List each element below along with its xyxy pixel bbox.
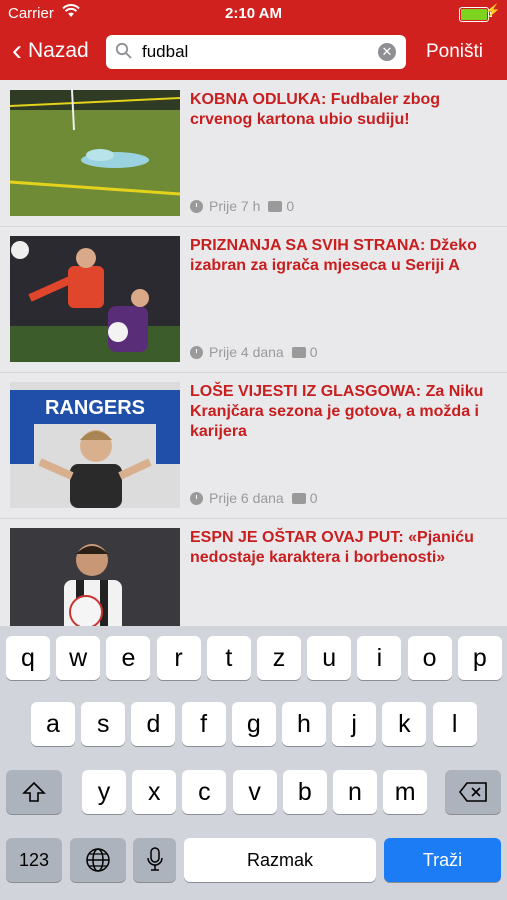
key-j[interactable]: j [332,702,377,746]
key-b[interactable]: b [282,770,327,814]
search-input[interactable] [142,41,372,63]
key-g[interactable]: g [231,702,276,746]
key-n[interactable]: n [333,770,377,814]
clock-icon [190,199,203,213]
key-d[interactable]: d [131,702,176,746]
globe-icon [86,848,110,872]
key-u[interactable]: u [307,636,352,680]
microphone-key[interactable] [133,838,176,882]
back-button[interactable]: ‹ Nazad [12,36,89,66]
list-item[interactable]: KOBNA ODLUKA: Fudbaler zbog crvenog kart… [0,80,507,227]
clock-time: 2:10 AM [225,5,282,22]
key-y[interactable]: y [82,770,126,814]
comment-count: 0 [286,198,295,214]
backspace-key[interactable] [445,770,501,814]
key-l[interactable]: l [432,702,477,746]
comment-icon [268,200,283,212]
clock-icon [190,491,203,505]
rangers-scarf-text: RANGERS [45,397,145,419]
comment-icon [291,346,306,358]
article-thumbnail[interactable] [10,236,180,362]
back-label: Nazad [28,39,89,62]
key-c[interactable]: c [182,770,227,814]
key-m[interactable]: m [383,770,428,814]
key-r[interactable]: r [156,636,201,680]
space-key[interactable]: Razmak [184,838,376,882]
clear-search-icon[interactable]: ✕ [378,43,396,61]
article-title[interactable]: LOŠE VIJESTI IZ GLASGOWA: Za Niku Kranjč… [190,382,490,442]
key-k[interactable]: k [382,702,427,746]
article-meta: Prije 4 dana 0 [190,344,318,360]
key-w[interactable]: w [56,636,101,680]
shift-icon [22,781,46,802]
key-o[interactable]: o [407,636,452,680]
chevron-left-icon: ‹ [12,34,22,67]
article-time: Prije 7 h [209,198,261,214]
comment-count: 0 [309,344,318,360]
key-z[interactable]: z [257,636,301,680]
key-i[interactable]: i [357,636,402,680]
backspace-icon [458,782,487,802]
key-h[interactable]: h [282,702,326,746]
key-a[interactable]: a [31,702,75,746]
search-go-key[interactable]: Traži [384,838,501,882]
key-x[interactable]: x [132,770,177,814]
app-header: Carrier 2:10 AM ⚡ ‹ Nazad ✕ Poništi [0,0,507,80]
article-thumbnail[interactable] [10,90,180,216]
article-title[interactable]: KOBNA ODLUKA: Fudbaler zbog crvenog kart… [190,90,490,130]
list-item[interactable]: PRIZNANJA SA SVIH STRANA: Džeko izabran … [0,226,507,373]
nav-bar: ‹ Nazad ✕ Poništi [0,28,507,80]
key-e[interactable]: e [106,636,151,680]
key-f[interactable]: f [181,702,226,746]
key-t[interactable]: t [206,636,251,680]
shift-key[interactable] [6,770,62,814]
article-title[interactable]: ESPN JE OŠTAR OVAJ PUT: «Pjaniću nedosta… [190,528,490,568]
key-s[interactable]: s [81,702,126,746]
globe-key[interactable] [70,838,126,882]
article-list[interactable]: KOBNA ODLUKA: Fudbaler zbog crvenog kart… [0,80,507,626]
keyboard: q w e r t z u i o p a s d f g h j k l y x c v b n m 123 Razmak Traži [0,626,507,900]
key-p[interactable]: p [457,636,502,680]
numbers-key[interactable]: 123 [6,838,62,882]
list-item[interactable]: ESPN JE OŠTAR OVAJ PUT: «Pjaniću nedosta… [0,518,507,626]
key-q[interactable]: q [6,636,50,680]
comment-icon [291,492,306,504]
article-title[interactable]: PRIZNANJA SA SVIH STRANA: Džeko izabran … [190,236,490,276]
search-field[interactable]: ✕ [106,35,406,69]
clock-icon [190,345,203,359]
article-meta: Prije 6 dana 0 [190,490,318,506]
status-bar: Carrier 2:10 AM ⚡ [0,0,507,28]
microphone-icon [146,847,163,871]
article-thumbnail[interactable]: RANGERS [10,382,180,508]
article-time: Prije 6 dana [209,490,284,506]
charging-icon: ⚡ [484,3,501,18]
search-icon [115,42,133,65]
article-meta: Prije 7 h 0 [190,198,294,214]
article-thumbnail[interactable] [10,528,180,626]
cancel-button[interactable]: Poništi [426,41,483,63]
article-time: Prije 4 dana [209,344,284,360]
key-v[interactable]: v [232,770,277,814]
list-item[interactable]: RANGERS LOŠE VIJESTI IZ GLASGOWA: Za Nik… [0,372,507,519]
comment-count: 0 [309,490,318,506]
